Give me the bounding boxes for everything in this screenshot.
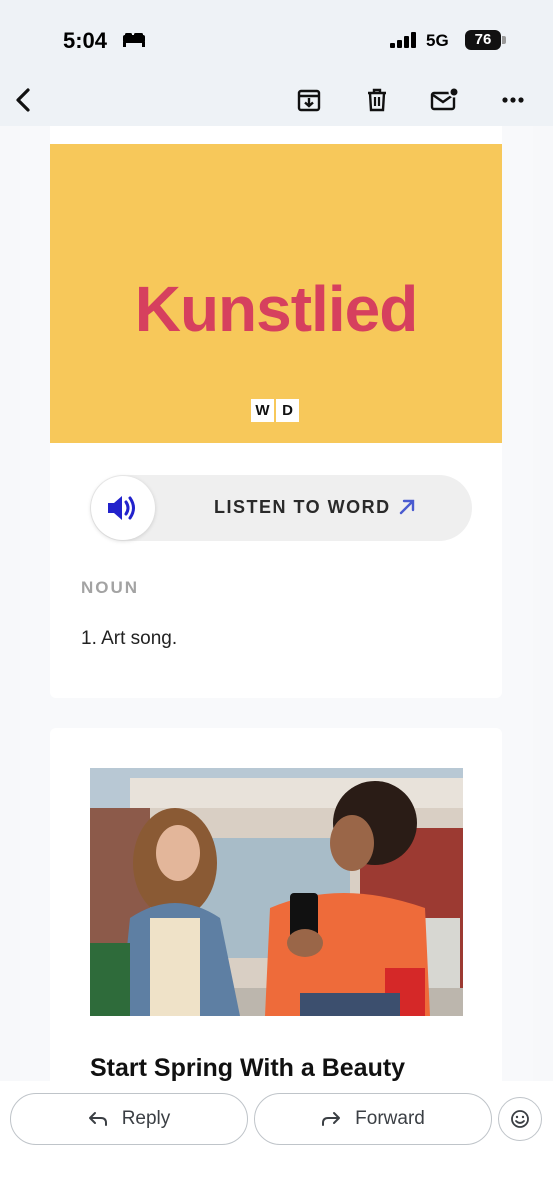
battery-level: 76 (465, 30, 501, 50)
email-body[interactable]: Kunstlied W D LISTEN TO WORD NOUN 1. Art… (0, 126, 553, 1081)
word-banner: Kunstlied W D (50, 144, 502, 443)
promo-photo[interactable] (90, 768, 463, 1016)
part-of-speech: NOUN (81, 578, 140, 597)
reply-label: Reply (121, 1108, 171, 1129)
word-card: Kunstlied W D LISTEN TO WORD NOUN 1. Art… (50, 126, 502, 698)
trash-icon[interactable] (361, 84, 393, 116)
emoji-reaction-button[interactable] (498, 1097, 542, 1141)
word-of-the-day: Kunstlied (134, 273, 419, 345)
mark-unread-icon[interactable] (429, 84, 461, 116)
reply-icon (88, 1112, 107, 1126)
promo-card: Start Spring With a Beauty (50, 728, 502, 1081)
forward-label: Forward (355, 1108, 425, 1129)
status-time: 5:04 (63, 28, 108, 53)
network-type: 5G (426, 31, 449, 50)
forward-button[interactable]: Forward (254, 1093, 492, 1145)
back-icon[interactable] (8, 84, 40, 116)
wd-logo: W D (251, 399, 299, 422)
logo-letter: D (276, 399, 299, 422)
external-arrow-icon (399, 499, 415, 515)
forward-icon (322, 1112, 341, 1126)
reply-button[interactable]: Reply (10, 1093, 248, 1145)
promo-headline[interactable]: Start Spring With a Beauty (90, 1054, 405, 1081)
listen-to-word-button[interactable]: LISTEN TO WORD (90, 475, 472, 541)
email-toolbar (0, 78, 553, 126)
status-bar: 5:04 5G 76 (0, 0, 553, 78)
speaker-icon[interactable] (91, 476, 155, 540)
more-icon[interactable] (497, 84, 529, 116)
logo-letter: W (251, 399, 274, 422)
battery-tip (502, 36, 506, 44)
sleep-focus-icon (123, 33, 145, 47)
listen-label: LISTEN TO WORD (214, 497, 391, 517)
signal-icon (390, 32, 416, 48)
archive-icon[interactable] (293, 84, 325, 116)
definition: 1. Art song. (81, 628, 178, 649)
smiley-icon (511, 1110, 529, 1128)
action-bar: Reply Forward (0, 1081, 553, 1200)
